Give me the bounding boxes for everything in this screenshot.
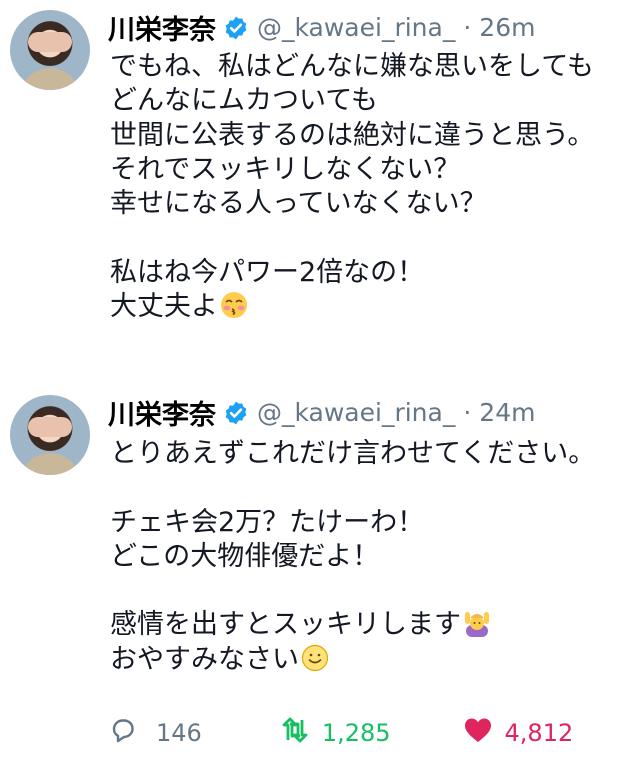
tweet[interactable]: 川栄李奈 @_kawaei_rina_ · 24m とりあえずこれだけ言わせてく… xyxy=(0,385,640,778)
tweet-line: おやすみなさい xyxy=(110,643,595,677)
tweet-line: 世間に公表するのは絶対に違うと思う。 xyxy=(110,119,595,151)
tweet-line: 幸せになる人っていなくない？ xyxy=(110,188,487,220)
tweet-line: それでスッキリしなくない？ xyxy=(110,153,461,185)
avatar-body-shape xyxy=(20,68,80,90)
retweet-count: 1,285 xyxy=(321,719,391,747)
tweet-line: どんなにムカついても xyxy=(110,85,378,117)
separator-dot: · xyxy=(463,398,472,427)
timestamp[interactable]: 24m xyxy=(479,398,535,427)
avatar-hands-shape xyxy=(28,32,72,52)
tweet-header: 川栄李奈 @_kawaei_rina_ · 24m xyxy=(108,393,535,432)
tweet-line: 感情を出すとスッキリします xyxy=(110,608,595,642)
verified-badge-icon xyxy=(223,15,249,41)
tweet-line: チェキ会2万？たけーわ！ xyxy=(110,506,425,538)
avatar[interactable] xyxy=(10,395,90,475)
avatar-body-shape xyxy=(20,453,80,475)
tweet-line: でもね、私はどんなに嫌な思いをしても xyxy=(110,51,594,82)
reply-count: 146 xyxy=(156,719,202,747)
tweet-line: 大丈夫よ xyxy=(110,290,594,324)
display-name[interactable]: 川栄李奈 xyxy=(108,393,216,432)
avatar-hands-shape xyxy=(28,417,72,437)
tweet-actions: 146 1,285 4,812 xyxy=(108,715,573,751)
smiling-face-icon xyxy=(301,644,329,672)
tweet[interactable]: 川栄李奈 @_kawaei_rina_ · 26m でもね、私はどんなに嫌な思い… xyxy=(0,0,640,360)
tweet-line-text: おやすみなさい xyxy=(110,643,299,675)
heart-icon xyxy=(463,715,493,751)
tweet-text: でもね、私はどんなに嫌な思いをしても どんなにムカついても 世間に公表するのは絶… xyxy=(110,50,594,324)
like-count: 4,812 xyxy=(504,719,574,747)
user-handle[interactable]: @_kawaei_rina_ xyxy=(257,13,455,42)
verified-badge-icon xyxy=(223,400,249,426)
tweet-line-text: 大丈夫よ xyxy=(110,291,218,323)
separator-dot: · xyxy=(463,13,472,42)
retweet-icon xyxy=(280,715,310,751)
avatar[interactable] xyxy=(10,10,90,90)
reply-button[interactable]: 146 xyxy=(108,715,202,751)
tweet-line: とりあえずこれだけ言わせてください。 xyxy=(110,438,596,469)
tweet-header: 川栄李奈 @_kawaei_rina_ · 26m xyxy=(108,8,535,47)
tweet-line: 私はね今パワー2倍なの！ xyxy=(110,256,425,288)
retweet-button[interactable]: 1,285 xyxy=(280,715,391,751)
tweet-line: どこの大物俳優だよ！ xyxy=(110,540,380,572)
tweet-line-text: 感情を出すとスッキリします xyxy=(110,609,461,641)
like-button[interactable]: 4,812 xyxy=(463,715,574,751)
timestamp[interactable]: 26m xyxy=(479,13,535,42)
person-raising-hands-icon xyxy=(463,609,491,638)
display-name[interactable]: 川栄李奈 xyxy=(108,8,216,47)
tweet-text: とりあえずこれだけ言わせてください。 チェキ会2万？たけーわ！ どこの大物俳優だ… xyxy=(110,437,595,677)
user-handle[interactable]: @_kawaei_rina_ xyxy=(257,398,455,427)
kissing-face-icon xyxy=(220,291,248,319)
reply-icon xyxy=(108,715,138,751)
